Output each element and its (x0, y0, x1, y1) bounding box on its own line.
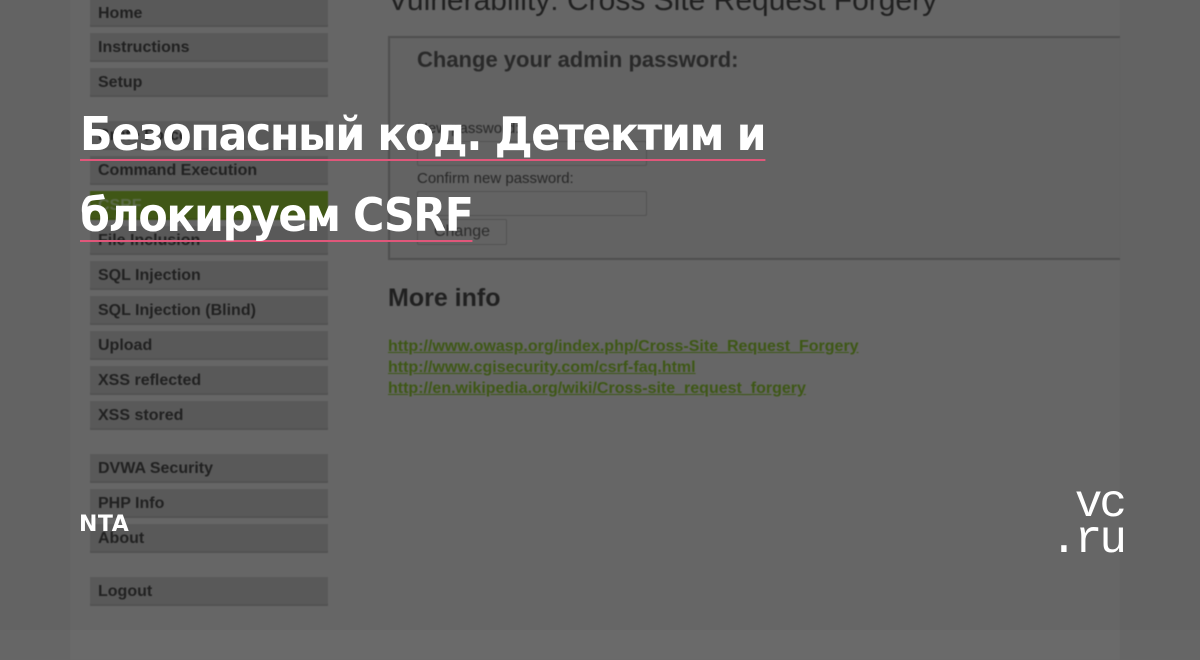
logo-line-2: .ru (1050, 514, 1127, 566)
headline-line-1: Безопасный код. Детектим и (80, 106, 767, 161)
vcru-logo-icon[interactable]: vc .ru (1044, 481, 1127, 566)
dark-overlay (0, 0, 1200, 630)
headline-line-2: блокируем CSRF (80, 187, 474, 242)
article-headline[interactable]: Безопасный код. Детектим и блокируем CSR… (80, 99, 843, 261)
author-name[interactable]: NTA (79, 512, 129, 537)
